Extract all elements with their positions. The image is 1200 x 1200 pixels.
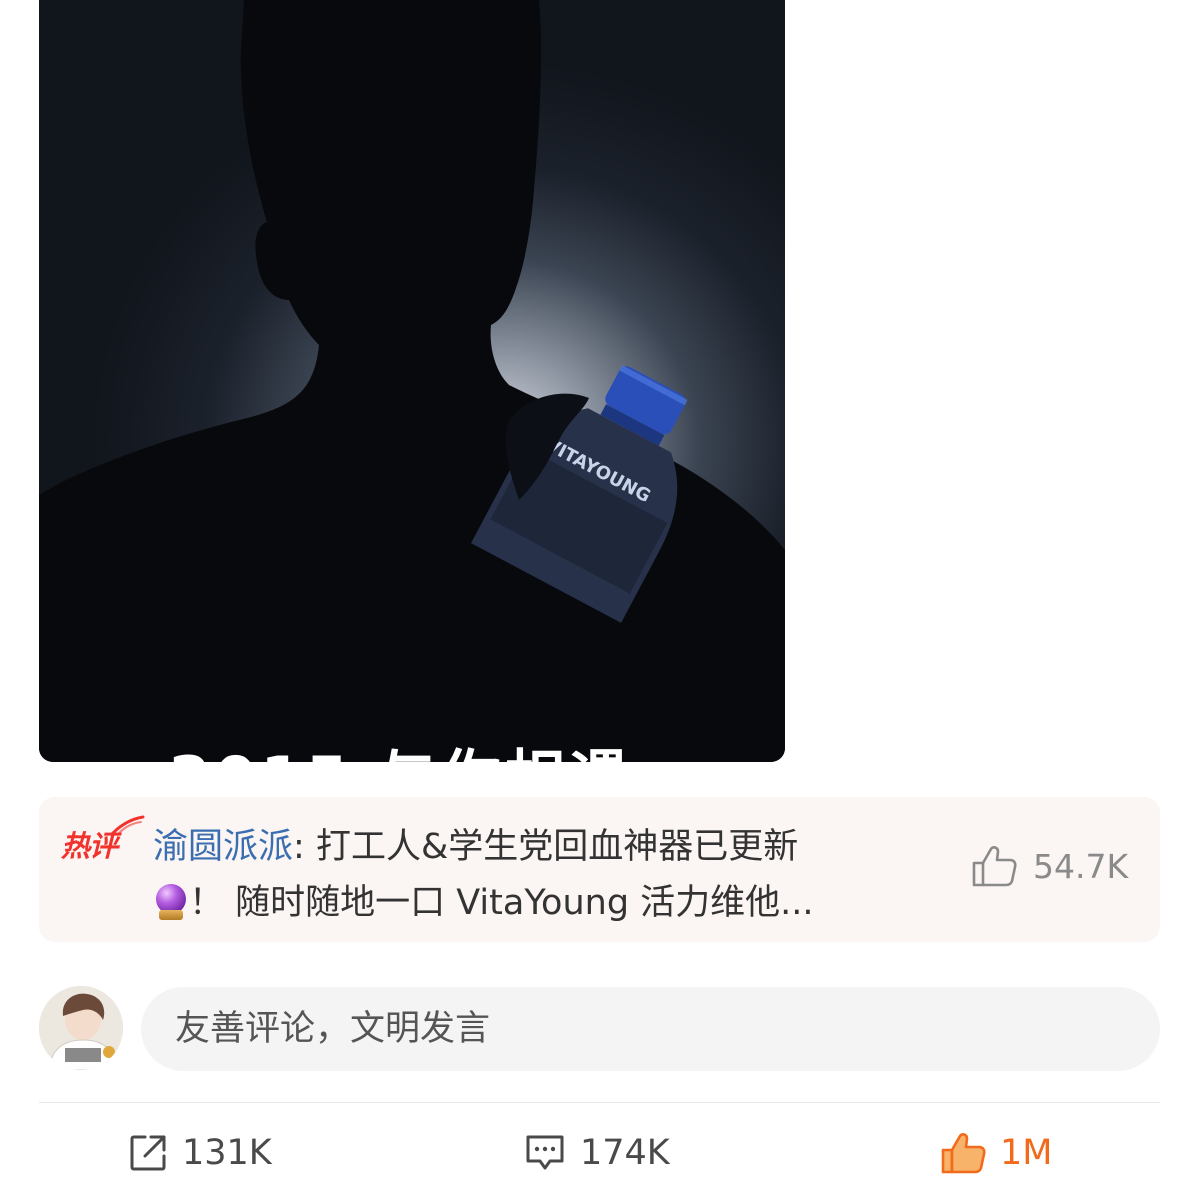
share-icon — [130, 1135, 166, 1171]
hot-comment-badge: 热评 — [61, 815, 145, 865]
flame-swoosh-icon — [111, 815, 145, 835]
comment-separator: : — [293, 827, 316, 867]
hot-comment-text: 渝圆派派: 打工人&学生党回血神器已更新 ！ 随时随地一口 VitaYoung … — [153, 819, 923, 931]
comment-like-button[interactable]: 54.7K — [971, 845, 1128, 887]
hot-comment-card[interactable]: 热评 渝圆派派: 打工人&学生党回血神器已更新 ！ 随时随地一口 VitaYou… — [39, 797, 1160, 942]
divider — [39, 1102, 1160, 1103]
comment-input[interactable] — [141, 987, 1160, 1071]
comment-line-1: 打工人&学生党回血神器已更新 — [315, 827, 799, 867]
poster-caption: 2015 与你相遇 — [169, 730, 633, 762]
comment-author-link[interactable]: 渝圆派派 — [153, 827, 293, 867]
comment-button[interactable]: 174K — [524, 1128, 670, 1178]
comment-line-2: ！ 随时随地一口 VitaYoung 活力维他... — [189, 883, 814, 923]
comment-like-count: 54.7K — [1033, 846, 1129, 886]
share-button[interactable]: 131K — [128, 1128, 272, 1178]
comment-bubble-icon — [526, 1135, 564, 1170]
thumbs-up-filled-icon — [941, 1133, 986, 1174]
user-avatar[interactable] — [39, 986, 123, 1070]
avatar-image — [39, 986, 123, 1070]
silhouette-figure: VITAYOUNG — [39, 0, 785, 762]
like-count: 1M — [1000, 1133, 1053, 1173]
thumbs-up-outline-icon — [972, 846, 1017, 887]
crystal-ball-emoji-icon — [153, 884, 189, 920]
like-button[interactable]: 1M — [940, 1128, 1052, 1178]
comment-count: 174K — [580, 1133, 670, 1173]
post-image[interactable]: VITAYOUNG 2015 与你相遇 — [39, 0, 785, 762]
share-count: 131K — [182, 1133, 272, 1173]
hot-comment-badge-label: 热评 — [61, 829, 118, 863]
